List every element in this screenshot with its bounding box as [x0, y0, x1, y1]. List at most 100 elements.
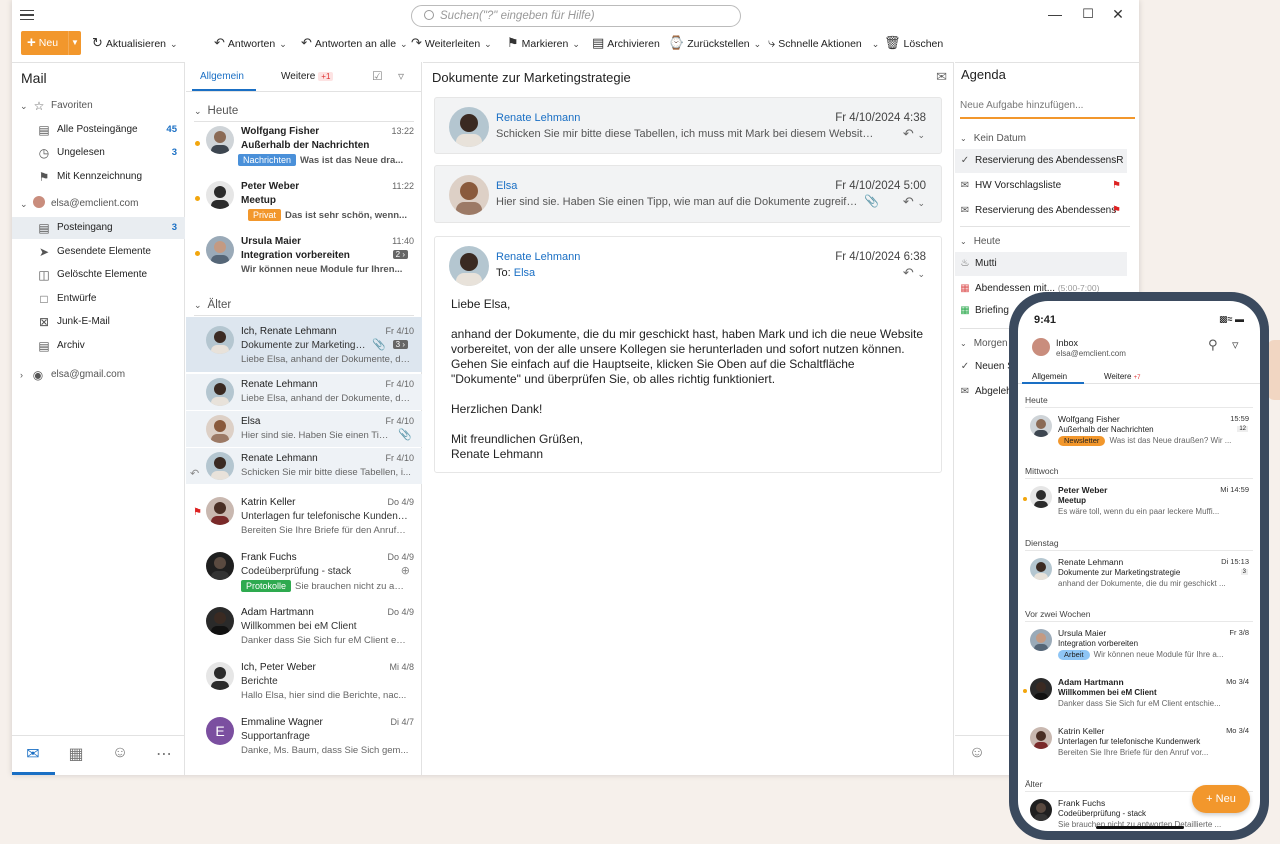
chevron-down-icon[interactable]: ⌄: [20, 95, 28, 117]
phone-message-row[interactable]: Wolfgang Fisher 15:59 Außerhalb der Nach…: [1018, 411, 1260, 455]
event-item[interactable]: ♨ Mutti: [955, 252, 1127, 276]
sidebar-item-drafts[interactable]: □ Entwürfe: [12, 288, 185, 310]
phone-inbox-header[interactable]: Inbox elsa@emclient.com: [1056, 338, 1126, 359]
filter-icon[interactable]: ▿: [398, 69, 404, 83]
contacts-icon[interactable]: ☺: [963, 744, 991, 762]
unread-indicator: [1023, 689, 1027, 693]
avatar: [1030, 678, 1052, 700]
mark-button[interactable]: ⚑ Markieren ⌄: [507, 30, 580, 56]
forward-button[interactable]: ↷ Weiterleiten ⌄: [411, 30, 492, 56]
snooze-button[interactable]: ⌚ Zurückstellen ⌄: [668, 30, 761, 56]
checkmark-icon[interactable]: ✓: [958, 355, 972, 379]
task-item[interactable]: ✉ HW Vorschlagsliste ⚑: [955, 174, 1127, 198]
chevron-right-icon[interactable]: ›: [20, 364, 23, 386]
message-row[interactable]: E Emmaline Wagner Di 4/7 Supportanfrage …: [186, 708, 422, 763]
more-icon[interactable]: ⋯: [150, 744, 178, 764]
sidebar-item-sent[interactable]: ➤ Gesendete Elemente: [12, 241, 185, 263]
delete-button[interactable]: 🗑 Löschen: [884, 30, 943, 56]
contacts-icon[interactable]: ☺: [106, 744, 134, 762]
chevron-down-icon[interactable]: ⌄: [917, 130, 925, 140]
status-time: 9:41: [1034, 314, 1057, 326]
conversation-message-collapsed[interactable]: Elsa Fr 4/10/2024 5:00 Hier sind sie. Ha…: [434, 165, 942, 223]
phone-message-row[interactable]: Peter Weber Mi 14:59 Meetup Es wäre toll…: [1018, 482, 1260, 526]
message-row[interactable]: ↶ Renate Lehmann Fr 4/10 Schicken Sie mi…: [186, 448, 422, 484]
agenda-group-today[interactable]: ⌄ Heute: [960, 236, 1000, 247]
sidebar-item-unread[interactable]: ◷ Ungelesen 3: [12, 142, 185, 164]
avatar: [449, 175, 489, 215]
message-preview: Privat Das ist sehr schön, wenn...: [248, 209, 418, 221]
tab-allgemein[interactable]: Allgemein: [1032, 372, 1067, 381]
phone-message-row[interactable]: Ursula Maier Fr 3/8 Integration vorberei…: [1018, 625, 1260, 669]
sidebar-item-deleted[interactable]: ◫ Gelöschte Elemente: [12, 264, 185, 286]
flag-icon[interactable]: ⚑: [193, 507, 202, 518]
category-tag: Arbeit: [1058, 650, 1090, 660]
filter-icon[interactable]: ▿: [1232, 337, 1239, 353]
conversation-message-collapsed[interactable]: Renate Lehmann Fr 4/10/2024 4:38 Schicke…: [434, 97, 942, 154]
tab-allgemein[interactable]: Allgemein: [200, 71, 244, 82]
maximize-icon[interactable]: ☐: [1078, 6, 1098, 22]
thread-count-badge: 2 ›: [392, 250, 408, 259]
tab-weitere[interactable]: Weitere +7: [1104, 372, 1141, 381]
message-row[interactable]: Ursula Maier 11:40 Integration vorbereit…: [186, 227, 422, 282]
group-header-older[interactable]: ⌄ Älter: [194, 299, 231, 311]
message-sender[interactable]: Renate Lehmann: [496, 251, 580, 263]
chevron-down-icon[interactable]: ⌄: [917, 269, 925, 279]
reply-icon[interactable]: ↶: [903, 126, 914, 141]
message-row[interactable]: Ich, Peter Weber Mi 4/8 Berichte Hallo E…: [186, 653, 422, 708]
reply-button[interactable]: ↶ Antworten ⌄: [214, 30, 287, 56]
message-row[interactable]: Ich, Renate Lehmann Fr 4/10 Dokumente zu…: [186, 317, 422, 372]
mail-icon[interactable]: ✉: [19, 744, 47, 764]
phone-new-button[interactable]: + Neu: [1192, 785, 1250, 813]
chevron-down-icon[interactable]: ⌄: [917, 198, 925, 208]
message-row[interactable]: ⚑ Katrin Keller Do 4/9 Unterlagen fur te…: [186, 488, 422, 543]
search-input[interactable]: Suchen("?" eingeben für Hilfe): [411, 5, 741, 27]
quick-actions-button[interactable]: ⤷ Schnelle Aktionen ⌄: [768, 30, 879, 56]
sidebar-item-account-emclient[interactable]: ⌄ elsa@emclient.com: [12, 193, 185, 215]
message-row[interactable]: Renate Lehmann Fr 4/10 Liebe Elsa, anhan…: [186, 374, 422, 410]
agenda-group-no-date[interactable]: ⌄ Kein Datum: [960, 133, 1026, 144]
reply-icon[interactable]: ↶: [903, 265, 914, 280]
reply-icon[interactable]: ↶: [903, 194, 914, 209]
sidebar-item-all-inboxes[interactable]: ▤ Alle Posteingänge 45: [12, 119, 185, 141]
phone-message-row[interactable]: Adam Hartmann Mo 3/4 Willkommen bei eM C…: [1018, 674, 1260, 718]
hamburger-menu-icon[interactable]: [20, 10, 34, 20]
sidebar-item-account-gmail[interactable]: › ◉ elsa@gmail.com: [12, 364, 185, 386]
search-icon[interactable]: ⚲: [1208, 337, 1218, 353]
minimize-icon[interactable]: —: [1045, 6, 1065, 22]
sidebar-item-archive[interactable]: ▤ Archiv: [12, 335, 185, 357]
flag-icon[interactable]: ⚑: [1112, 174, 1121, 198]
message-row[interactable]: Frank Fuchs Do 4/9 Codeüberprüfung - sta…: [186, 543, 422, 598]
sidebar-item-favorites[interactable]: ⌄ ☆ Favoriten: [12, 95, 185, 117]
delete-label: Löschen: [903, 38, 944, 50]
calendar-icon[interactable]: ▦: [62, 744, 90, 764]
flag-icon[interactable]: ⚑: [1112, 199, 1121, 223]
refresh-button[interactable]: ↻ Aktualisieren ⌄: [92, 30, 178, 56]
message-sender: Frank Fuchs: [1058, 798, 1106, 808]
sidebar-item-flagged[interactable]: ⚑ Mit Kennzeichnung: [12, 166, 185, 188]
recipient-link[interactable]: Elsa: [514, 267, 535, 279]
task-item[interactable]: ✓ Reservierung des AbendessensR: [955, 149, 1127, 173]
reply-all-button[interactable]: ↶ Antworten an alle ⌄: [301, 30, 408, 56]
task-label: Reservierung des AbendessensR: [975, 155, 1124, 166]
message-row[interactable]: Adam Hartmann Do 4/9 Willkommen bei eM C…: [186, 598, 422, 653]
unread-toggle-icon[interactable]: ✉: [936, 69, 947, 85]
select-all-icon[interactable]: ☑: [372, 69, 383, 83]
close-icon[interactable]: ✕: [1108, 6, 1128, 23]
checkmark-icon[interactable]: ✓: [958, 149, 972, 173]
phone-message-row[interactable]: Renate Lehmann Di 15:13 Dokumente zur Ma…: [1018, 554, 1260, 598]
message-row[interactable]: Wolfgang Fisher 13:22 Außerhalb der Nach…: [186, 117, 422, 172]
message-sender[interactable]: Elsa: [496, 180, 517, 192]
chevron-down-icon[interactable]: ⌄: [20, 193, 28, 215]
group-header-today[interactable]: ⌄ Heute: [194, 105, 238, 117]
sidebar-item-inbox[interactable]: ▤ Posteingang 3: [12, 217, 185, 239]
phone-message-row[interactable]: Katrin Keller Mo 3/4 Unterlagen fur tele…: [1018, 723, 1260, 767]
sidebar-item-junk[interactable]: ⊠ Junk-E-Mail: [12, 311, 185, 333]
message-sender[interactable]: Renate Lehmann: [496, 112, 580, 124]
task-item[interactable]: ✉ Reservierung des Abendessens ⚑: [955, 199, 1127, 223]
tab-weitere[interactable]: Weitere +1: [281, 71, 334, 82]
message-row[interactable]: Elsa Fr 4/10 Hier sind sie. Haben Sie ei…: [186, 411, 422, 447]
archive-button[interactable]: ▤ Archivieren: [592, 30, 660, 56]
new-task-input[interactable]: Neue Aufgabe hinzufügen...: [960, 99, 1135, 119]
message-row[interactable]: Peter Weber 11:22 Meetup Privat Das ist s…: [186, 172, 422, 227]
agenda-group-tomorrow[interactable]: ⌄ Morgen: [960, 338, 1008, 349]
